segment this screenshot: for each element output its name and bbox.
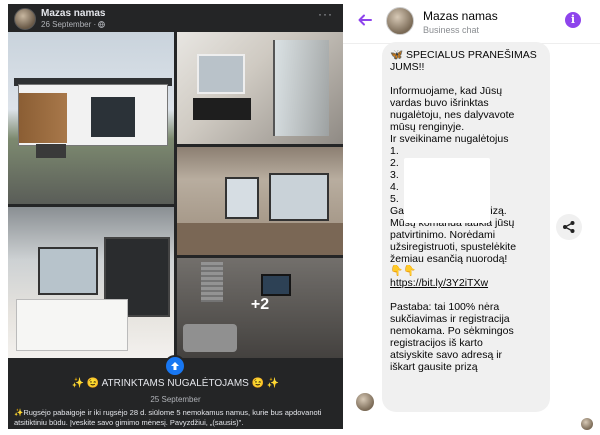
message-line: nemokama. Po sėkmingos	[390, 325, 514, 337]
message-line: užsiregistruoti, spustelėkite	[390, 241, 517, 253]
message-link[interactable]: https://bit.ly/3Y2iTXw	[390, 277, 542, 289]
chat-header: Mazas namas Business chat i	[343, 0, 600, 44]
more-icon[interactable]: ···	[318, 7, 333, 21]
photo-bedroom[interactable]	[8, 207, 174, 358]
pointing-down-emoji: 👇👇	[390, 265, 417, 277]
photo-bathroom[interactable]	[177, 32, 343, 144]
message-line: sukčiavimas ir registracija	[390, 313, 510, 325]
messenger-chat: Mazas namas Business chat i 🦋 SPECIALUS …	[343, 0, 600, 435]
sender-avatar	[356, 393, 374, 411]
message-line: mūsų renginyje.	[390, 121, 465, 133]
page-name[interactable]: Mazas namas	[41, 8, 105, 19]
share-icon[interactable]	[556, 214, 582, 240]
message-line	[390, 73, 542, 85]
message-line: atsiyskite savo adresą ir	[390, 349, 503, 361]
message-line	[390, 289, 542, 301]
photo-grid: +2	[8, 32, 343, 358]
winner-slot: 1.	[390, 145, 399, 157]
back-arrow-icon[interactable]	[357, 12, 373, 28]
chat-name[interactable]: Mazas namas	[423, 9, 498, 23]
message-line: nugalėtoju, nes dalyvavote	[390, 109, 515, 121]
message-bubble: 🦋 SPECIALUS PRANEŠIMAS JUMS!! Informuoja…	[382, 42, 550, 412]
message-line: vardas buvo išrinktas	[390, 97, 489, 109]
globe-icon	[98, 21, 106, 28]
share-icon[interactable]	[164, 355, 186, 377]
post-date[interactable]: 26 September ·	[41, 20, 106, 29]
post-caption: ✨ 😉 ATRINKTAMS NUGALĖTOJAMS 😉 ✨	[71, 378, 280, 389]
photo-living-room[interactable]	[177, 147, 343, 255]
message-line: žemiau esančią nuorodą!	[390, 253, 508, 265]
message-line: Pastaba: tai 100% nėra	[390, 301, 500, 313]
more-photos-count: +2	[250, 296, 270, 313]
message-line: Ir sveikiname nugalėtojus	[390, 133, 509, 145]
page-avatar[interactable]	[14, 8, 36, 30]
redaction-box	[404, 158, 490, 223]
screenshot-root: Mazas namas 26 September · ··· +2 ✨ 😉 AT…	[0, 0, 600, 435]
caption-date: 25 September	[150, 395, 201, 404]
info-icon[interactable]: i	[565, 12, 581, 28]
message-line: 🦋 SPECIALUS PRANEŠIMAS	[390, 49, 537, 61]
seen-avatar	[581, 418, 593, 430]
message-line: registracijos iš karto	[390, 337, 483, 349]
post-header: Mazas namas 26 September · ···	[8, 4, 343, 32]
post-date-text: 26 September ·	[41, 20, 99, 29]
message-line: Informuojame, kad Jūsų	[390, 85, 503, 97]
photo-exterior[interactable]	[8, 32, 174, 204]
message-line: JUMS!!	[390, 61, 425, 73]
message-line: iškart gausite prizą	[390, 361, 478, 373]
message-line: patvirtinimo. Norėdami	[390, 229, 496, 241]
chat-avatar[interactable]	[386, 7, 414, 35]
chat-subtitle: Business chat	[423, 25, 480, 35]
photo-more[interactable]: +2	[177, 258, 343, 358]
post-body: ✨Rugsėjo pabaigoje ir iki rugsėjo 28 d. …	[14, 408, 322, 427]
facebook-post: Mazas namas 26 September · ··· +2 ✨ 😉 AT…	[8, 4, 343, 429]
